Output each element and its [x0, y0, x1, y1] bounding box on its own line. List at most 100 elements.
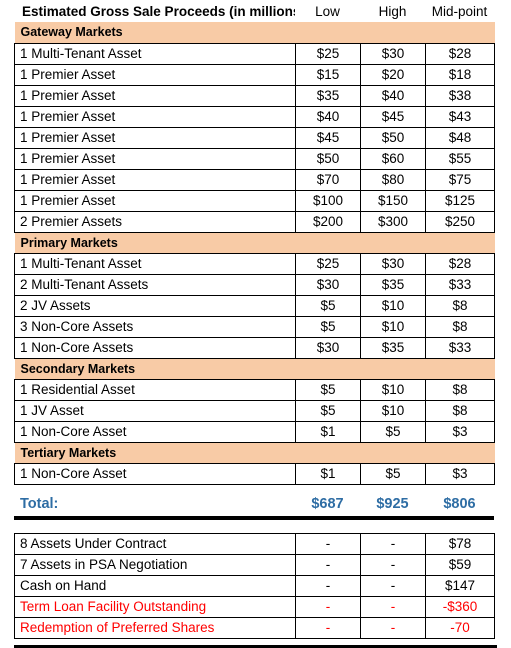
table-row: 3 Non-Core Assets $5 $10 $8: [14, 315, 495, 338]
column-header-midpoint: Mid-point: [431, 3, 488, 19]
adjustment-low: -: [295, 553, 361, 576]
adjustment-high: -: [360, 574, 426, 597]
adjustment-label: 8 Assets Under Contract: [14, 532, 296, 555]
row-low: $50: [295, 147, 361, 170]
row-high: $30: [360, 252, 426, 275]
section-header-row: Tertiary Markets: [14, 442, 495, 463]
total-midpoint: $806: [443, 496, 476, 512]
row-low: $1: [295, 420, 361, 443]
row-low: $200: [295, 210, 361, 233]
adjustment-row: 8 Assets Under Contract - - $78: [14, 532, 495, 555]
row-label: 1 Non-Core Asset: [14, 462, 296, 485]
row-label: 1 Non-Core Assets: [14, 336, 296, 359]
table-row: 1 Non-Core Assets $30 $35 $33: [14, 336, 495, 359]
adjustment-high: -: [360, 532, 426, 555]
table-row: 1 Multi-Tenant Asset $25 $30 $28: [14, 42, 495, 65]
row-low: $1: [295, 462, 361, 485]
section-title: Primary Markets: [14, 232, 296, 253]
section-spacer-mid: [425, 232, 495, 253]
adjustment-label: Redemption of Preferred Shares: [14, 616, 296, 639]
row-label: 2 JV Assets: [14, 294, 296, 317]
section-spacer-mid: [425, 442, 495, 463]
row-label: 1 Premier Asset: [14, 105, 296, 128]
adjustment-low: -: [295, 616, 361, 639]
section-header-row: Gateway Markets: [14, 22, 495, 43]
adjustment-midpoint: $147: [425, 574, 495, 597]
row-midpoint: $33: [425, 273, 495, 296]
row-midpoint: $8: [425, 315, 495, 338]
section-title: Tertiary Markets: [14, 442, 296, 463]
row-high: $10: [360, 315, 426, 338]
row-high: $5: [360, 462, 426, 485]
row-midpoint: $8: [425, 294, 495, 317]
table-header: Estimated Gross Sale Proceeds (in millio…: [14, 0, 494, 22]
row-midpoint: $18: [425, 63, 495, 86]
table-row: 2 Multi-Tenant Assets $30 $35 $33: [14, 273, 495, 296]
row-label: 2 Premier Assets: [14, 210, 296, 233]
table-row: 1 Premier Asset $15 $20 $18: [14, 63, 495, 86]
row-label: 2 Multi-Tenant Assets: [14, 273, 296, 296]
table-row: 1 Multi-Tenant Asset $25 $30 $28: [14, 252, 495, 275]
spacer-before-adjustments: [0, 520, 511, 533]
row-high: $30: [360, 42, 426, 65]
row-low: $15: [295, 63, 361, 86]
table-row: 1 Non-Core Asset $1 $5 $3: [14, 462, 495, 485]
row-midpoint: $55: [425, 147, 495, 170]
row-low: $70: [295, 168, 361, 191]
table-row: 1 Non-Core Asset $1 $5 $3: [14, 420, 495, 443]
row-high: $35: [360, 336, 426, 359]
section-spacer-high: [360, 232, 426, 253]
table-row: 1 JV Asset $5 $10 $8: [14, 399, 495, 422]
adjustment-row: Redemption of Preferred Shares - - -70: [14, 616, 495, 639]
row-high: $45: [360, 105, 426, 128]
adjustment-high: -: [360, 595, 426, 618]
row-label: 1 Premier Asset: [14, 63, 296, 86]
row-low: $5: [295, 315, 361, 338]
row-high: $80: [360, 168, 426, 191]
row-low: $100: [295, 189, 361, 212]
table-adjustments: 8 Assets Under Contract - - $78 7 Assets in …: [14, 532, 495, 639]
section-title: Gateway Markets: [14, 22, 296, 43]
row-label: 3 Non-Core Assets: [14, 315, 296, 338]
section-spacer-mid: [425, 358, 495, 379]
spacer-before-total: [0, 485, 511, 493]
row-midpoint: $33: [425, 336, 495, 359]
table-row: 2 JV Assets $5 $10 $8: [14, 294, 495, 317]
adjustment-row: 7 Assets in PSA Negotiation - - $59: [14, 553, 495, 576]
row-label: 1 Multi-Tenant Asset: [14, 252, 296, 275]
section-header-row: Secondary Markets: [14, 358, 495, 379]
row-midpoint: $3: [425, 420, 495, 443]
table-row: 1 Premier Asset $100 $150 $125: [14, 189, 495, 212]
row-midpoint: $48: [425, 126, 495, 149]
adjustment-midpoint: $59: [425, 553, 495, 576]
section-spacer-low: [295, 232, 361, 253]
adjustment-row: Cash on Hand - - $147: [14, 574, 495, 597]
table-total: Total: $687 $925 $806: [14, 493, 494, 516]
column-header-high: High: [378, 3, 407, 19]
row-high: $50: [360, 126, 426, 149]
row-low: $30: [295, 273, 361, 296]
row-high: $40: [360, 84, 426, 107]
row-low: $30: [295, 336, 361, 359]
row-midpoint: $38: [425, 84, 495, 107]
section-spacer-mid: [425, 22, 495, 43]
row-high: $10: [360, 378, 426, 401]
table-row: 1 Premier Asset $70 $80 $75: [14, 168, 495, 191]
section-spacer-low: [295, 442, 361, 463]
table-row: 1 Premier Asset $40 $45 $43: [14, 105, 495, 128]
table-net-asset-value: iREIT Estimated Net Asset Value $541 $77…: [14, 644, 497, 648]
section-spacer-low: [295, 22, 361, 43]
row-label: 1 Premier Asset: [14, 168, 296, 191]
row-midpoint: $28: [425, 252, 495, 275]
table-row: 1 Premier Asset $45 $50 $48: [14, 126, 495, 149]
row-low: $35: [295, 84, 361, 107]
row-midpoint: $8: [425, 399, 495, 422]
row-midpoint: $3: [425, 462, 495, 485]
row-high: $10: [360, 294, 426, 317]
row-label: 1 Premier Asset: [14, 84, 296, 107]
table-row: 2 Premier Assets $200 $300 $250: [14, 210, 495, 233]
row-midpoint: $250: [425, 210, 495, 233]
adjustment-row: Term Loan Facility Outstanding - - -$360: [14, 595, 495, 618]
section-spacer-high: [360, 442, 426, 463]
section-spacer-low: [295, 358, 361, 379]
